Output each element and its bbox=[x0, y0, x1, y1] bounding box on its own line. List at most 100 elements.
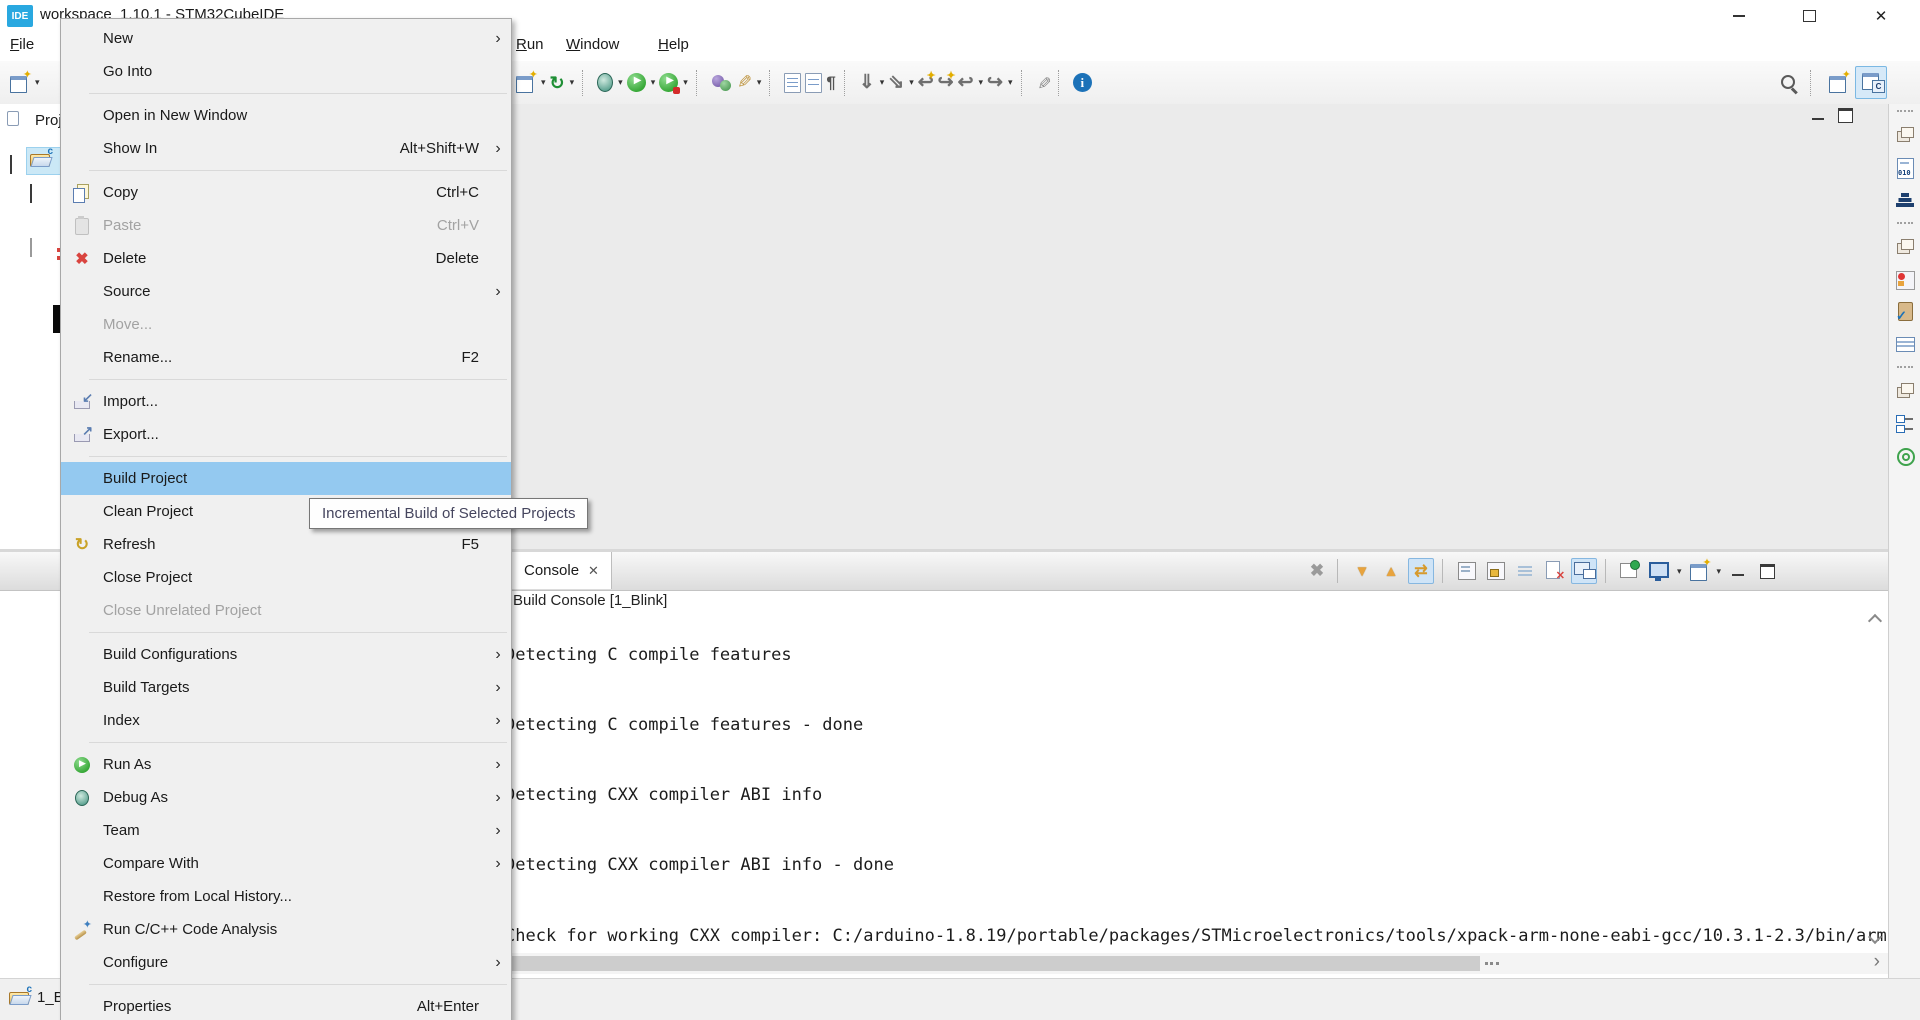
scroll-down-icon[interactable] bbox=[1867, 929, 1883, 945]
run-button[interactable]: ▶ bbox=[626, 73, 646, 92]
close-window-button[interactable]: ✕ bbox=[1856, 1, 1906, 31]
scroll-lock-button[interactable] bbox=[1484, 559, 1508, 583]
scrollbar-thumb[interactable] bbox=[505, 956, 1480, 971]
show-blank-lines-button[interactable] bbox=[1513, 559, 1537, 583]
device-programmer-button[interactable]: ✎ bbox=[737, 72, 752, 93]
restore-view-stack-button[interactable] bbox=[1894, 125, 1916, 147]
run-external-dropdown[interactable]: ▾ bbox=[683, 77, 688, 88]
close-tab-icon[interactable]: ✕ bbox=[588, 563, 599, 579]
menu-run[interactable]: Run bbox=[516, 36, 544, 53]
menu-item-source[interactable]: Source › bbox=[61, 275, 511, 308]
open-console-dropdown[interactable]: ▾ bbox=[1717, 566, 1722, 577]
new-wizard-dropdown[interactable]: ▾ bbox=[35, 77, 40, 88]
display-selected-console-toggle[interactable]: ⇄ bbox=[1408, 558, 1434, 584]
new-project-button[interactable]: ✦ bbox=[514, 69, 538, 94]
menu-item-new[interactable]: New › bbox=[61, 22, 511, 55]
terminate-button[interactable]: ✖ bbox=[1305, 559, 1329, 583]
include-browser-view-button[interactable] bbox=[1894, 445, 1916, 467]
debug-view-button[interactable] bbox=[1894, 269, 1916, 291]
open-perspective-button[interactable]: ✦ bbox=[1827, 69, 1851, 94]
forward-history-dropdown[interactable]: ▾ bbox=[1008, 77, 1013, 88]
menu-item-run-as[interactable]: ▶ Run As › bbox=[61, 748, 511, 781]
menu-item-paste[interactable]: Paste Ctrl+V bbox=[61, 209, 511, 242]
outline-view-button[interactable] bbox=[1894, 413, 1916, 435]
pin-console-button[interactable] bbox=[1618, 559, 1642, 583]
menu-item-properties[interactable]: Properties Alt+Enter bbox=[61, 990, 511, 1020]
console-vertical-scrollbar[interactable] bbox=[1863, 610, 1887, 952]
clear-console-button[interactable] bbox=[1542, 559, 1566, 583]
maximize-window-button[interactable] bbox=[1784, 1, 1834, 31]
menu-item-move[interactable]: Move... bbox=[61, 308, 511, 341]
back-history-dropdown[interactable]: ▾ bbox=[979, 77, 984, 88]
build-analyzer-view-button[interactable]: 010 bbox=[1894, 157, 1916, 179]
generate-code-dropdown[interactable]: ▾ bbox=[570, 77, 575, 88]
console-horizontal-scrollbar[interactable]: › bbox=[505, 951, 1888, 974]
menu-help[interactable]: Help bbox=[658, 36, 689, 53]
menu-item-show-in[interactable]: Show In Alt+Shift+W › bbox=[61, 132, 511, 165]
restore-view-stack-button[interactable] bbox=[1894, 381, 1916, 403]
menu-item-go-into[interactable]: Go Into bbox=[61, 55, 511, 88]
tree-expander-project[interactable] bbox=[10, 155, 12, 174]
tasks-view-button[interactable] bbox=[1894, 301, 1916, 324]
menu-item-build-targets[interactable]: Build Targets › bbox=[61, 671, 511, 704]
forward-history-button[interactable]: ↪ bbox=[987, 72, 1003, 93]
new-wizard-button[interactable]: ✦ bbox=[8, 69, 32, 94]
menu-window[interactable]: Window bbox=[566, 36, 619, 53]
run-dropdown[interactable]: ▾ bbox=[651, 77, 656, 88]
menu-item-restore-from-local-history[interactable]: Restore from Local History... bbox=[61, 880, 511, 913]
forward-edit-button[interactable]: ↪ ✦ bbox=[938, 70, 956, 93]
goto-annotation-dropdown[interactable]: ▾ bbox=[909, 77, 914, 88]
next-console-page-button[interactable]: ▼ bbox=[1350, 559, 1374, 583]
word-wrap-button[interactable] bbox=[1455, 559, 1479, 583]
menu-item-compare-with[interactable]: Compare With › bbox=[61, 847, 511, 880]
maximize-console-button[interactable] bbox=[1755, 559, 1779, 583]
previous-console-page-button[interactable]: ▲ bbox=[1379, 559, 1403, 583]
back-edit-button[interactable]: ↩ ✦ bbox=[918, 70, 936, 93]
menu-item-team[interactable]: Team › bbox=[61, 814, 511, 847]
run-external-button[interactable]: ▶ bbox=[659, 73, 681, 94]
menu-item-refresh[interactable]: ↻ Refresh F5 bbox=[61, 528, 511, 561]
goto-annotation-button[interactable]: ⇘ bbox=[888, 72, 904, 93]
back-history-button[interactable]: ↩ bbox=[958, 72, 974, 93]
console-output[interactable]: Detecting C compile features Detecting C… bbox=[505, 610, 1888, 952]
maximize-editor-button[interactable] bbox=[1838, 108, 1853, 123]
mark-occurrences-button[interactable]: ✎ bbox=[1033, 75, 1053, 89]
open-element-button[interactable] bbox=[711, 73, 733, 93]
menu-item-build-configurations[interactable]: Build Configurations › bbox=[61, 638, 511, 671]
scroll-up-icon[interactable] bbox=[1867, 613, 1883, 629]
menu-item-index[interactable]: Index › bbox=[61, 704, 511, 737]
menu-item-open-in-new-window[interactable]: Open in New Window bbox=[61, 99, 511, 132]
menu-item-debug-as[interactable]: Debug As › bbox=[61, 781, 511, 814]
minimize-editor-button[interactable] bbox=[1812, 111, 1824, 120]
tab-console[interactable]: Console ✕ bbox=[512, 552, 612, 589]
menu-item-copy[interactable]: Copy Ctrl+C bbox=[61, 176, 511, 209]
menu-item-delete[interactable]: ✖ Delete Delete bbox=[61, 242, 511, 275]
show-whitespace-button[interactable]: ¶ bbox=[826, 73, 835, 93]
debug-button[interactable] bbox=[597, 73, 614, 92]
minimize-window-button[interactable] bbox=[1714, 1, 1764, 31]
cpp-perspective-button[interactable]: C bbox=[1855, 66, 1887, 99]
new-project-dropdown[interactable]: ▾ bbox=[541, 77, 546, 88]
scroll-right-icon[interactable]: › bbox=[1874, 951, 1880, 973]
menu-item-close-unrelated-project[interactable]: Close Unrelated Project bbox=[61, 594, 511, 627]
search-button[interactable] bbox=[1778, 72, 1800, 94]
last-edit-location-button[interactable]: ⇓ bbox=[859, 72, 875, 93]
menu-item-build-project[interactable]: Build Project bbox=[61, 462, 511, 495]
last-edit-dropdown[interactable]: ▾ bbox=[880, 77, 885, 88]
menu-item-close-project[interactable]: Close Project bbox=[61, 561, 511, 594]
display-console-dropdown[interactable]: ▾ bbox=[1677, 566, 1682, 577]
tree-expander-collapsed[interactable] bbox=[30, 238, 32, 257]
open-resource-button[interactable] bbox=[805, 72, 823, 93]
debug-dropdown[interactable]: ▾ bbox=[618, 77, 623, 88]
menu-file[interactable]: File bbox=[10, 36, 34, 53]
menu-item-rename[interactable]: Rename... F2 bbox=[61, 341, 511, 374]
activate-on-output-toggle[interactable] bbox=[1571, 558, 1597, 584]
device-programmer-dropdown[interactable]: ▾ bbox=[757, 77, 762, 88]
menu-item-run-code-analysis[interactable]: Run C/C++ Code Analysis bbox=[61, 913, 511, 946]
properties-view-button[interactable] bbox=[1894, 333, 1916, 355]
information-button[interactable]: i bbox=[1072, 73, 1092, 92]
static-stack-analyzer-view-button[interactable] bbox=[1894, 189, 1916, 211]
generate-code-button[interactable]: ↻ bbox=[550, 73, 565, 93]
restore-view-stack-button[interactable] bbox=[1894, 237, 1916, 259]
display-console-button[interactable] bbox=[1647, 559, 1671, 583]
